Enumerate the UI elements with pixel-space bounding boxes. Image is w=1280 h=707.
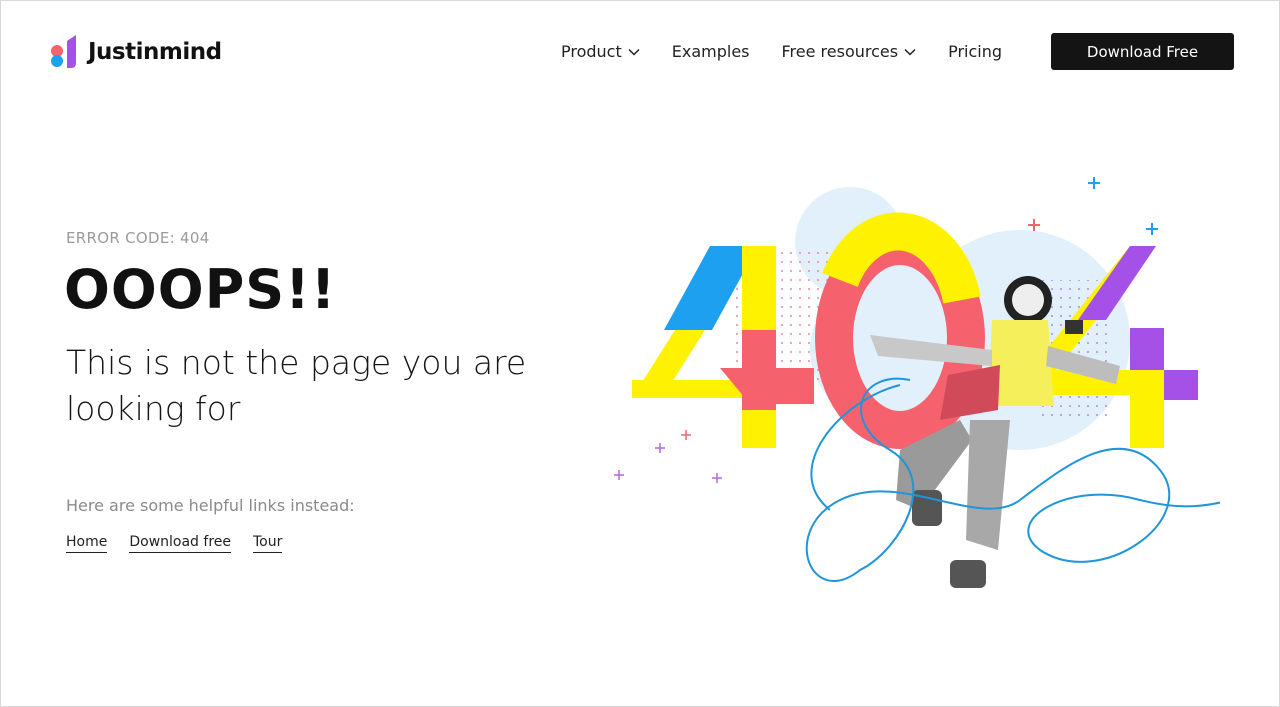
justinmind-logo-icon [50,33,82,71]
plus-icon [655,443,665,453]
brand-logo[interactable]: Justinmind [50,32,222,72]
404-illustration [600,170,1280,630]
nav-free-resources-label: Free resources [781,42,899,61]
nav-product-label: Product [561,42,622,61]
link-tour[interactable]: Tour [253,534,283,553]
page-title: OOOPS!! [64,258,337,321]
nav-examples[interactable]: Examples [672,42,750,61]
plus-icon [614,470,624,480]
main-nav: Product Examples Free resources Pricing [561,42,1002,61]
nav-pricing[interactable]: Pricing [948,42,1002,61]
chevron-down-icon [904,48,916,56]
plus-icon [1146,223,1158,235]
nav-examples-label: Examples [671,42,750,61]
plus-icon [712,473,722,483]
nav-product[interactable]: Product [561,42,640,61]
download-free-button[interactable]: Download Free [1051,33,1234,70]
helpful-links: Home Download free Tour [66,534,283,553]
plus-icon [1088,177,1100,189]
link-download-free[interactable]: Download free [129,534,231,553]
helpful-links-label: Here are some helpful links instead: [66,496,355,515]
error-code: ERROR CODE: 404 [66,229,210,247]
plus-icon [1028,219,1040,231]
plus-icon [681,430,691,440]
brand-name: Justinmind [88,39,222,65]
nav-pricing-label: Pricing [948,42,1003,61]
page-subtitle: This is not the page you are looking for [66,343,527,428]
link-home[interactable]: Home [66,534,108,553]
chevron-down-icon [628,48,640,56]
nav-free-resources[interactable]: Free resources [782,42,917,61]
